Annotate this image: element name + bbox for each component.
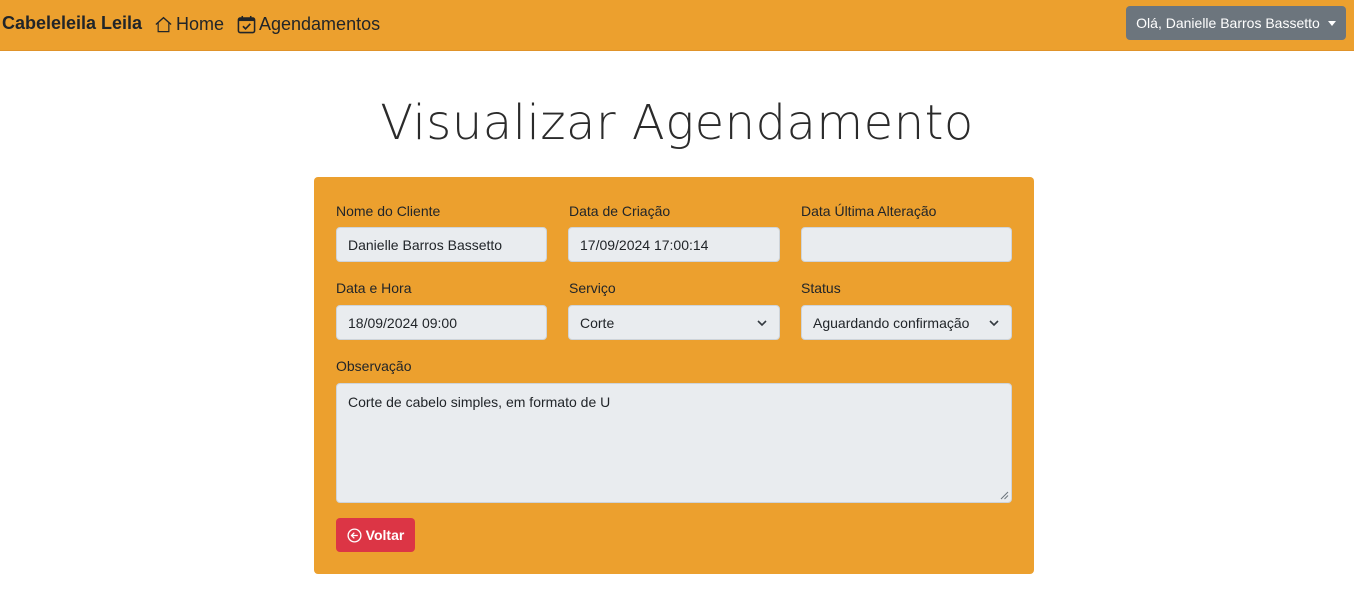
nav-agendamentos-link[interactable]: Agendamentos (237, 12, 380, 36)
last-modified-field[interactable] (801, 227, 1012, 262)
datetime-label: Data e Hora (336, 280, 412, 296)
caret-down-icon (1327, 20, 1336, 26)
appointment-card: Nome do Cliente Danielle Barros Bassetto… (314, 177, 1034, 574)
status-label: Status (801, 280, 841, 296)
client-name-label: Nome do Cliente (336, 203, 441, 219)
nav-home-link[interactable]: Home (154, 12, 224, 36)
last-modified-label: Data Última Alteração (801, 203, 937, 219)
arrow-left-circle-icon (347, 527, 362, 543)
chevron-down-icon (989, 319, 999, 326)
created-at-label: Data de Criação (569, 203, 671, 219)
service-label: Serviço (569, 280, 616, 296)
user-menu-label: Olá, Danielle Barros Bassetto (1136, 15, 1320, 31)
status-select[interactable]: Aguardando confirmação (801, 305, 1012, 340)
nav-agendamentos-label: Agendamentos (259, 13, 381, 34)
service-select[interactable]: Corte (568, 305, 780, 340)
notes-textarea[interactable]: Corte de cabelo simples, em formato de U (336, 383, 1012, 503)
notes-value: Corte de cabelo simples, em formato de U (348, 394, 611, 410)
created-at-field[interactable]: 17/09/2024 17:00:14 (568, 227, 780, 262)
nav-home-label: Home (176, 13, 225, 34)
page-title: Visualizar Agendamento (380, 95, 974, 151)
client-name-field[interactable]: Danielle Barros Bassetto (336, 227, 547, 262)
calendar-check-icon (237, 15, 256, 33)
datetime-field[interactable]: 18/09/2024 09:00 (336, 305, 547, 340)
status-select-value: Aguardando confirmação (813, 314, 970, 331)
resize-handle-icon[interactable] (1000, 491, 1009, 500)
back-button-label: Voltar (365, 527, 405, 543)
service-select-value: Corte (580, 314, 615, 331)
chevron-down-icon (757, 319, 767, 326)
top-navbar: Cabeleleila Leila Home Agendamentos Olá,… (0, 0, 1354, 51)
home-icon (155, 16, 172, 32)
user-menu-button[interactable]: Olá, Danielle Barros Bassetto (1126, 6, 1346, 40)
brand-link[interactable]: Cabeleleila Leila (2, 13, 142, 34)
notes-label: Observação (336, 358, 412, 374)
back-button[interactable]: Voltar (336, 518, 415, 552)
